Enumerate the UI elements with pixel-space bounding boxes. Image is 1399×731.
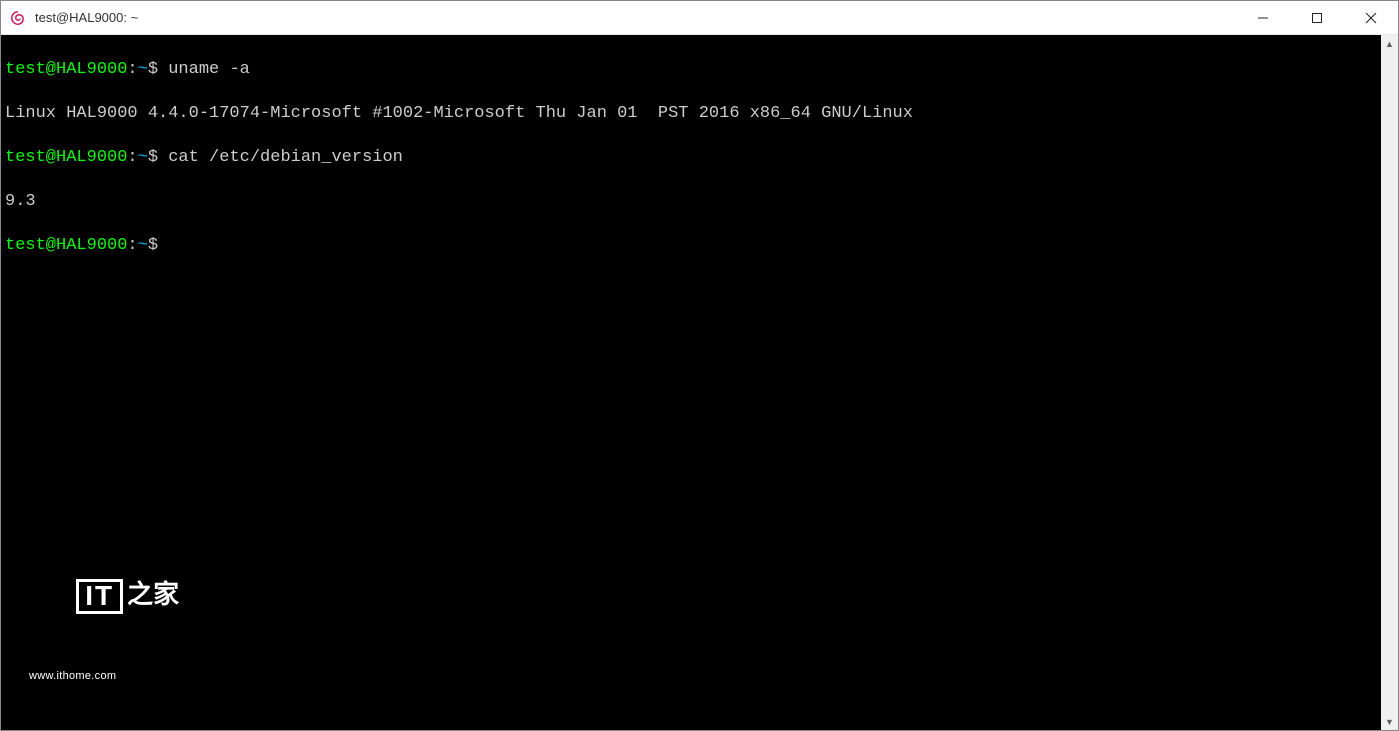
maximize-icon [1311, 12, 1323, 24]
watermark-logo-box: IT [76, 579, 123, 614]
terminal-output: Linux HAL9000 4.4.0-17074-Microsoft #100… [5, 103, 1377, 125]
minimize-button[interactable] [1236, 1, 1290, 34]
titlebar[interactable]: test@HAL9000: ~ [1, 1, 1398, 35]
prompt-path: ~ [138, 148, 148, 167]
maximize-button[interactable] [1290, 1, 1344, 34]
terminal-body[interactable]: test@HAL9000:~$ uname -a Linux HAL9000 4… [1, 35, 1381, 730]
scroll-down-arrow-icon[interactable]: ▼ [1381, 713, 1398, 730]
vertical-scrollbar[interactable]: ▲ ▼ [1381, 35, 1398, 730]
prompt-separator: : [127, 236, 137, 255]
watermark: IT之家 www.ithome.com [29, 528, 179, 716]
close-icon [1365, 12, 1377, 24]
watermark-url: www.ithome.com [29, 671, 179, 682]
prompt-symbol: $ [148, 236, 158, 255]
prompt-separator: : [127, 148, 137, 167]
terminal-output: 9.3 [5, 191, 1377, 213]
prompt-path: ~ [138, 60, 148, 79]
scroll-up-arrow-icon[interactable]: ▲ [1381, 35, 1398, 52]
prompt-symbol: $ [148, 148, 158, 167]
prompt-user-host: test@HAL9000 [5, 148, 127, 167]
prompt-user-host: test@HAL9000 [5, 60, 127, 79]
terminal-line: test@HAL9000:~$ uname -a [5, 59, 1377, 81]
prompt-symbol: $ [148, 60, 158, 79]
minimize-icon [1257, 12, 1269, 24]
command-text: cat /etc/debian_version [158, 148, 403, 167]
prompt-separator: : [127, 60, 137, 79]
prompt-user-host: test@HAL9000 [5, 236, 127, 255]
window-controls [1236, 1, 1398, 34]
terminal-area: test@HAL9000:~$ uname -a Linux HAL9000 4… [1, 35, 1398, 730]
terminal-window: test@HAL9000: ~ test@HAL9000:~$ uname -a… [0, 0, 1399, 731]
watermark-logo-text: 之家 [127, 581, 179, 607]
terminal-line: test@HAL9000:~$ [5, 235, 1377, 257]
debian-swirl-icon [9, 9, 27, 27]
window-title: test@HAL9000: ~ [35, 10, 138, 25]
prompt-path: ~ [138, 236, 148, 255]
close-button[interactable] [1344, 1, 1398, 34]
command-text: uname -a [158, 60, 250, 79]
terminal-line: test@HAL9000:~$ cat /etc/debian_version [5, 147, 1377, 169]
